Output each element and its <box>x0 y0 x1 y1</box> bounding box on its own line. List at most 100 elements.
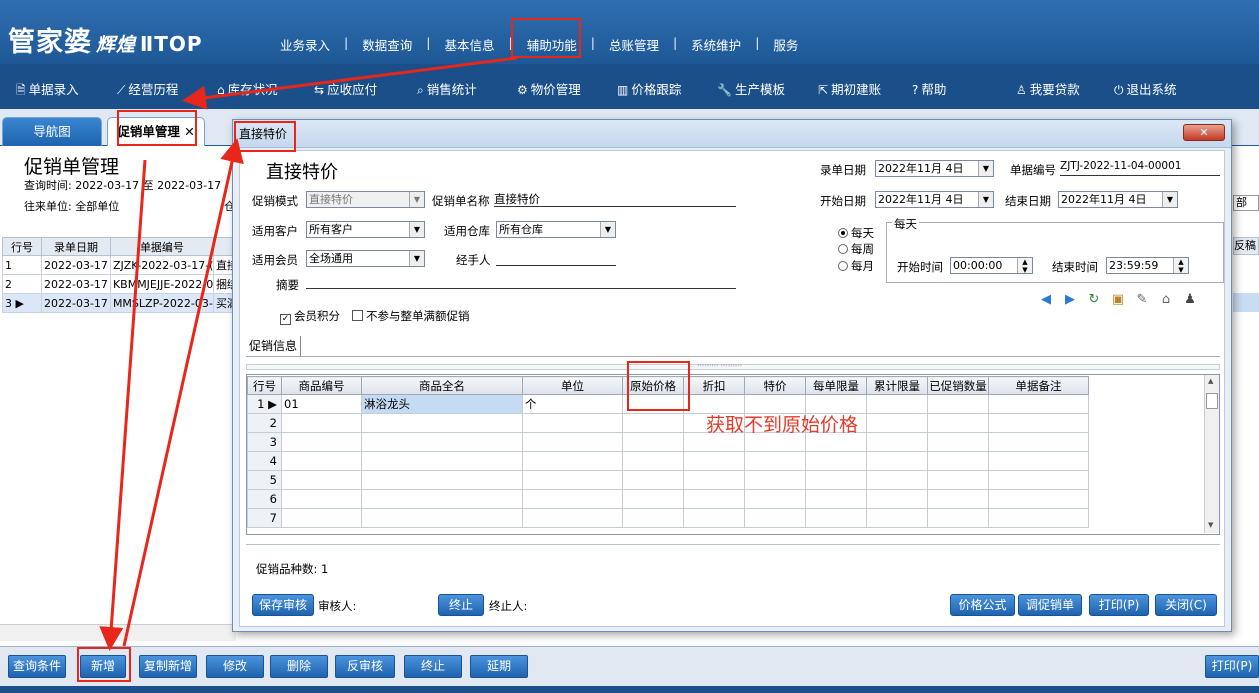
spinner-icon[interactable]: ▲ ▼ <box>1017 258 1032 273</box>
promo-name-field[interactable]: 直接特价 <box>494 191 736 207</box>
user-icon[interactable]: ♟ <box>1181 292 1199 307</box>
start-time-input[interactable]: 00:00:00 ▲ ▼ <box>950 257 1033 274</box>
toolbar-production-template[interactable]: 🔧 生产模板 <box>717 79 785 98</box>
home-icon[interactable]: ⌂ <box>1157 292 1175 307</box>
print-button[interactable]: 打印(P) <box>1205 655 1259 678</box>
save-audit-button[interactable]: 保存审核 <box>252 594 314 616</box>
column-header[interactable]: 累计限量 <box>866 376 928 395</box>
toolbar-price-track[interactable]: ▥ 价格跟踪 <box>617 79 681 98</box>
column-header[interactable]: 行号 <box>247 376 282 395</box>
toolbar-help[interactable]: ? 帮助 <box>912 79 946 98</box>
toolbar-opening[interactable]: ⇱ 期初建账 <box>818 79 881 98</box>
grid-vertical-scrollbar[interactable]: ▲ ▼ <box>1204 375 1219 533</box>
copy-add-button[interactable]: 复制新增 <box>139 655 197 678</box>
customer-select[interactable]: 所有客户 ▼ <box>306 221 425 238</box>
refresh-icon[interactable]: ↻ <box>1085 292 1103 307</box>
highlight-aux-functions <box>511 18 581 58</box>
transfer-icon: ⇆ <box>314 83 325 97</box>
arrow-left-icon[interactable]: ◀ <box>1037 292 1055 307</box>
grid-row[interactable]: 5 <box>247 470 1089 490</box>
scroll-thumb[interactable] <box>1206 393 1218 409</box>
delete-button[interactable]: 删除 <box>270 655 328 678</box>
mode-label: 促销模式 <box>252 194 298 208</box>
dialog-close-button[interactable]: ✕ <box>1183 124 1225 141</box>
table-row[interactable]: 1 2022-03-17 ZJZK-2022-03-17-( 直接 <box>2 255 241 275</box>
chevron-down-icon: ▼ <box>978 192 993 207</box>
table-row[interactable]: 2 2022-03-17 KBMMJEJJE-2022-0: 捆绑 <box>2 274 241 294</box>
department-field[interactable]: 部 <box>1233 195 1259 211</box>
grid-row[interactable]: 7 <box>247 508 1089 528</box>
tab-navigation[interactable]: 导航图 <box>2 117 102 146</box>
grid-row[interactable]: 3 <box>247 432 1089 452</box>
menu-service[interactable]: 服务 <box>765 35 806 54</box>
radio-weekly[interactable]: 每周 <box>838 241 874 257</box>
search-icon: ⌕ <box>417 83 424 97</box>
record-date-picker[interactable]: 2022年11月 4日 ▼ <box>875 160 994 177</box>
tab-promotion-info[interactable]: 促销信息 <box>246 336 302 356</box>
price-formula-button[interactable]: 价格公式 <box>950 594 1015 616</box>
menu-business-entry[interactable]: 业务录入 <box>272 35 338 54</box>
splitter-handle[interactable]: ››››››››› ››››››››› <box>246 362 1220 370</box>
member-points-checkbox[interactable]: ✓ 会员积分 <box>280 308 340 325</box>
menu-basic-info[interactable]: 基本信息 <box>436 35 502 54</box>
dialog-print-button[interactable]: 打印(P) <box>1089 594 1149 616</box>
menu-ledger[interactable]: 总账管理 <box>601 35 667 54</box>
direct-special-price-dialog: 直接特价 ✕ 直接特价 录单日期 2022年11月 4日 ▼ 单据编号 ZJTJ-… <box>232 119 1232 632</box>
end-date-picker[interactable]: 2022年11月 4日 ▼ <box>1058 191 1178 208</box>
scroll-up-icon[interactable]: ▲ <box>1208 377 1213 385</box>
package-icon[interactable]: ▣ <box>1109 292 1127 307</box>
grid-row[interactable]: 2 <box>247 413 1089 433</box>
edit-icon[interactable]: ✎ <box>1133 292 1151 307</box>
radio-daily[interactable]: 每天 <box>838 225 874 241</box>
scroll-down-icon[interactable]: ▼ <box>1208 521 1213 529</box>
query-conditions-button[interactable]: 查询条件 <box>8 655 66 678</box>
column-header[interactable]: 单据编号 <box>109 237 214 256</box>
column-header-right[interactable]: 反稿 <box>1233 237 1259 255</box>
extend-button[interactable]: 延期 <box>470 655 528 678</box>
toolbar-price-mgmt[interactable]: ⚙ 物价管理 <box>517 79 581 98</box>
toolbar-stock[interactable]: ⌂ 库存状况 <box>217 79 278 98</box>
column-header[interactable]: 单位 <box>522 376 623 395</box>
start-date-picker[interactable]: 2022年11月 4日 ▼ <box>875 191 994 208</box>
radio-monthly[interactable]: 每月 <box>838 258 874 274</box>
grid-row[interactable]: 6 <box>247 489 1089 509</box>
end-date-label: 结束日期 <box>1005 194 1051 208</box>
column-header[interactable]: 行号 <box>2 237 42 256</box>
column-header[interactable]: 商品编号 <box>281 376 362 395</box>
spinner-icon[interactable]: ▲ ▼ <box>1173 258 1188 273</box>
dialog-close-action-button[interactable]: 关闭(C) <box>1155 594 1217 616</box>
toolbar-document-entry[interactable]: 🗎 单据录入 <box>16 79 79 102</box>
column-header[interactable]: 特价 <box>744 376 806 395</box>
dialog-terminate-button[interactable]: 终止 <box>438 594 484 616</box>
toolbar-sales-stats[interactable]: ⌕ 销售统计 <box>417 79 477 98</box>
power-icon: ⏻ <box>1114 83 1124 97</box>
table-row-selected[interactable]: 3 ▶ 2022-03-17 MMSLZP-2022-03-1 买满 <box>2 293 241 313</box>
dialog-titlebar[interactable]: 直接特价 <box>233 120 1231 148</box>
menu-system-maintenance[interactable]: 系统维护 <box>683 35 749 54</box>
gear-icon: ⚙ <box>517 83 528 97</box>
no-full-promo-checkbox[interactable]: 不参与整单满额促销 <box>352 308 470 324</box>
handler-field[interactable] <box>496 250 616 266</box>
column-header[interactable]: 每单限量 <box>805 376 867 395</box>
toolbar-receivable[interactable]: ⇆ 应收应付 <box>314 79 377 98</box>
adjust-promo-button[interactable]: 调促销单 <box>1018 594 1082 616</box>
column-header[interactable]: 商品全名 <box>361 376 523 395</box>
grid-row[interactable]: 4 <box>247 451 1089 471</box>
menu-data-query[interactable]: 数据查询 <box>354 35 420 54</box>
arrow-right-icon[interactable]: ▶ <box>1061 292 1079 307</box>
column-header[interactable]: 已促销数量 <box>927 376 989 395</box>
column-header[interactable]: 单据备注 <box>988 376 1089 395</box>
column-header[interactable]: 折扣 <box>683 376 745 395</box>
toolbar-exit[interactable]: ⏻ 退出系统 <box>1114 79 1177 98</box>
column-header[interactable]: 录单日期 <box>41 237 111 256</box>
end-time-input[interactable]: 23:59:59 ▲ ▼ <box>1106 257 1189 274</box>
member-select[interactable]: 全场通用 ▼ <box>306 250 425 267</box>
toolbar-history[interactable]: ⟋ 经营历程 <box>117 79 178 98</box>
summary-field[interactable] <box>306 273 736 289</box>
unaudit-button[interactable]: 反审核 <box>335 655 395 678</box>
modify-button[interactable]: 修改 <box>206 655 264 678</box>
warehouse-select[interactable]: 所有仓库 ▼ <box>496 221 616 238</box>
terminate-button[interactable]: 终止 <box>404 655 462 678</box>
horizontal-scrollbar[interactable] <box>0 624 236 641</box>
toolbar-loan[interactable]: ♙ 我要贷款 <box>1016 79 1080 98</box>
